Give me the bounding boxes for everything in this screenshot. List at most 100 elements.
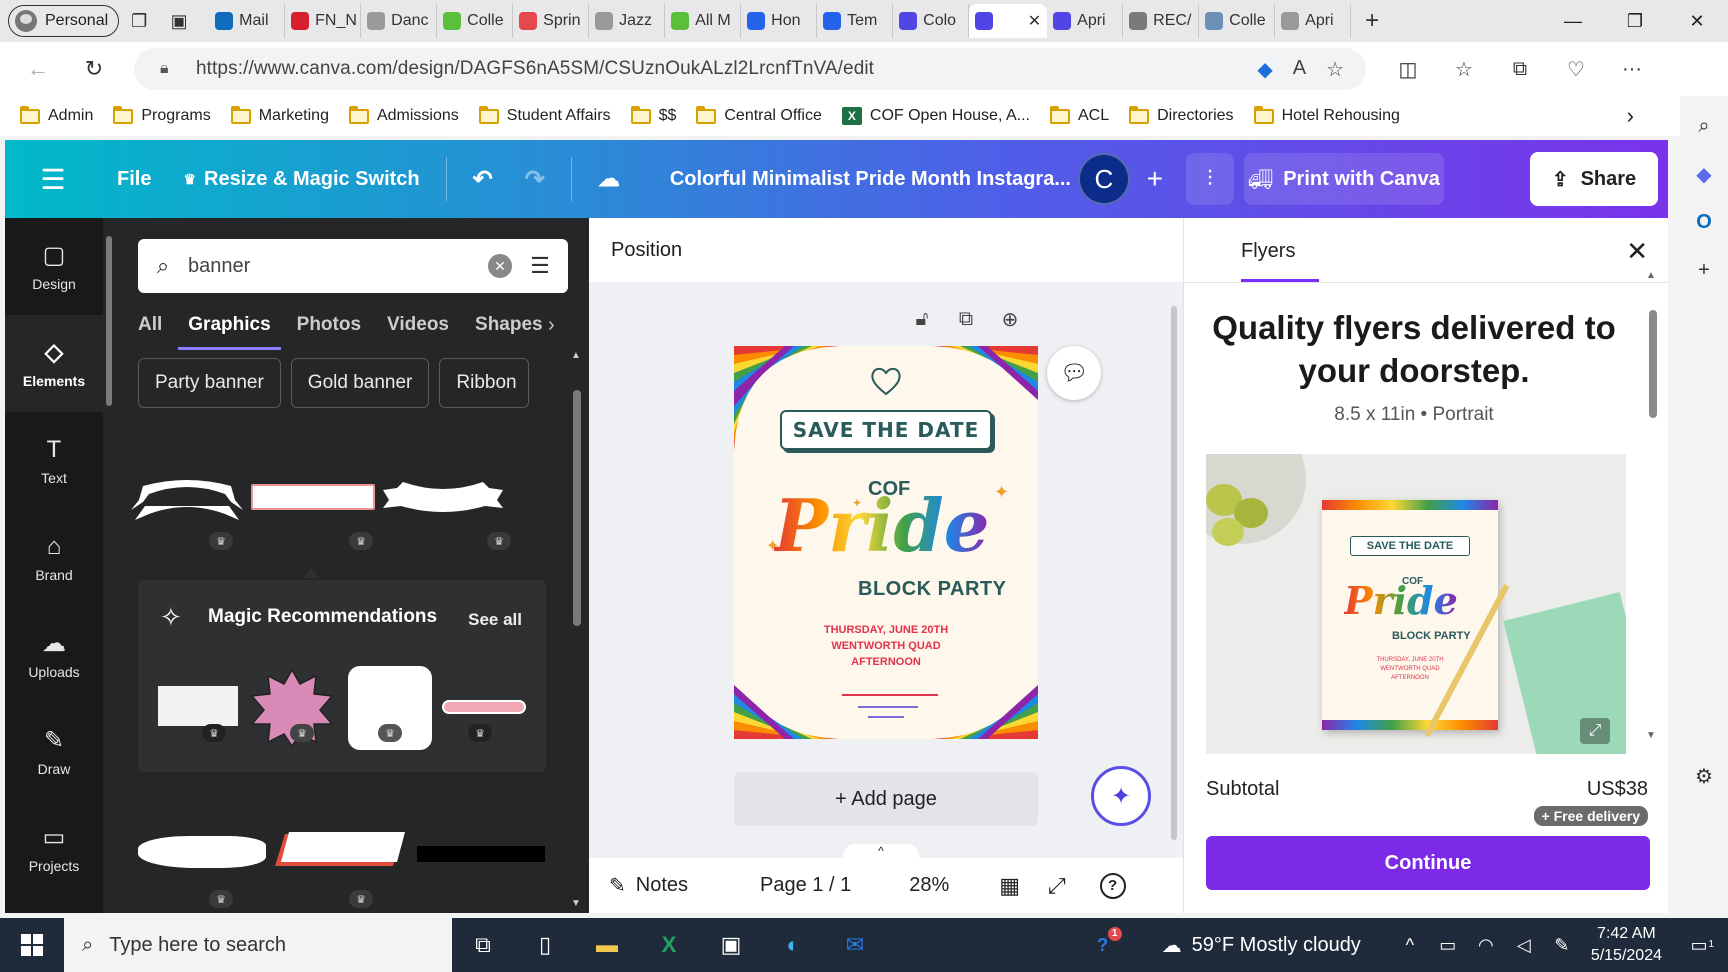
sidebar-add-icon[interactable]: + [1686,252,1722,288]
rail-item-brand[interactable]: ⌂ Brand [5,509,103,606]
share-button[interactable]: ⇪ Share [1530,152,1658,206]
suggestion-chip[interactable]: Ribbon [439,358,530,408]
bookmark-item[interactable]: Directories [1129,105,1234,125]
close-window-icon[interactable]: ✕ [1666,0,1728,42]
browser-tab[interactable]: Mail [209,4,286,38]
edge-icon[interactable]: ◐ [762,918,824,972]
pen-icon[interactable]: ✎ [1543,935,1581,956]
weather-widget[interactable]: ☁ 59°F Mostly cloudy [1162,933,1361,958]
sidebar-settings-icon[interactable]: ⚙ [1686,758,1722,794]
white-wavy-banner[interactable] [381,478,505,518]
suggestion-chip[interactable]: Party banner [138,358,281,408]
tab-shapes[interactable]: Shapes [475,314,543,336]
back-button[interactable]: ← [10,49,66,89]
collections-icon[interactable]: ⧉ [1492,58,1548,81]
app-icon[interactable]: ▣ [700,918,762,972]
duplicate-page-icon[interactable]: ⧉ [953,306,979,332]
notepad-icon[interactable]: ▯ [514,918,576,972]
white-rectangle-banner[interactable] [251,484,375,510]
zoom-level[interactable]: 28% [909,874,949,897]
see-all-link[interactable]: See all [468,610,522,630]
design-title[interactable]: Colorful Minimalist Pride Month Instagra… [670,168,1070,191]
rail-item-draw[interactable]: ✎ Draw [5,703,103,800]
browser-tab[interactable]: Jazz [589,4,666,38]
favorites-icon[interactable]: ☆ [1436,57,1492,82]
redo-icon[interactable]: ↷ [509,165,561,194]
new-tab-button[interactable]: + [1351,7,1393,35]
rail-item-text[interactable]: T Text [5,412,103,509]
url-text[interactable]: https://www.canva.com/design/DAGFS6nA5SM… [196,58,874,80]
sidebar-search-icon[interactable]: ⌕ [1686,108,1722,144]
bookmark-item[interactable]: Student Affairs [478,105,611,125]
browser-tab[interactable]: Danc [361,4,438,38]
browser-tab[interactable]: Apri [1047,4,1124,38]
outlook-new-icon[interactable]: ✉ [824,918,886,972]
invite-plus-icon[interactable]: + [1130,163,1180,195]
expand-preview-icon[interactable]: ⤢ [1580,718,1610,744]
bookmark-item[interactable]: Programs [113,105,211,125]
excel-icon[interactable]: X [638,918,700,972]
help-icon[interactable]: ? [1099,872,1126,899]
bookmark-item[interactable]: Admissions [348,105,459,125]
browser-tab[interactable]: Apri [1275,4,1352,38]
recommended-white-banner[interactable] [158,686,238,726]
add-page-icon[interactable]: ⊕ [997,306,1023,332]
tab-actions-icon[interactable]: ▣ [159,5,199,37]
magic-assistant-button[interactable]: ✦ [1091,766,1151,826]
insights-chart-icon[interactable]: ⫶ [1185,153,1234,205]
tab-videos[interactable]: Videos [387,314,449,336]
flyers-scrollbar[interactable] [1649,310,1657,418]
more-menu-icon[interactable]: ··· [1604,58,1660,81]
sidebar-copilot-icon[interactable]: ◆ [1686,156,1722,192]
filter-sliders-icon[interactable]: ☰ [512,253,568,279]
browser-tab[interactable]: REC/ [1123,4,1200,38]
scroll-down-icon[interactable]: ▼ [1646,730,1656,741]
show-hidden-icons-chevron-icon[interactable]: ^ [1391,935,1429,956]
browser-tab[interactable]: FN_N [285,4,362,38]
browser-tab[interactable]: ✕ [969,4,1048,38]
minimize-icon[interactable]: — [1542,0,1604,42]
address-bar[interactable]: 🔒︎ https://www.canva.com/design/DAGFS6nA… [134,48,1366,90]
taskbar-search[interactable]: ⌕ Type here to search [64,918,452,972]
read-aloud-icon[interactable]: A [1293,57,1306,82]
tab-photos[interactable]: Photos [297,314,361,336]
white-red-slanted-banner[interactable] [275,832,407,872]
browser-tab[interactable]: Sprin [513,4,590,38]
browser-tab[interactable]: Colo [893,4,970,38]
bookmark-item[interactable]: Admin [20,105,93,125]
file-explorer-icon[interactable]: ▬ [576,918,638,972]
search-input[interactable]: banner [188,255,250,278]
volume-icon[interactable]: ◁ [1505,935,1543,956]
clock[interactable]: 7:42 AM 5/15/2024 [1591,923,1662,967]
user-avatar[interactable]: C [1077,153,1130,205]
bookmark-item[interactable]: Marketing [230,105,329,125]
refresh-button[interactable]: ↻ [66,49,122,89]
black-bar-banner[interactable] [417,846,545,862]
tabs-next-icon[interactable]: › [548,314,555,337]
browser-tab[interactable]: Hon [741,4,818,38]
browser-tab[interactable]: Colle [437,4,514,38]
add-page-button[interactable]: + Add page [734,772,1038,826]
design-page[interactable]: SAVE THE DATE COF Pride ✦ ✦ ✦ BLOCK PART… [734,346,1038,739]
panel-scrollbar[interactable]: ▲ ▼ [569,350,583,910]
clear-search-icon[interactable]: ✕ [488,254,512,278]
rail-item-design[interactable]: ▢ Design [5,218,103,315]
sidebar-outlook-icon[interactable]: O [1686,204,1722,240]
browser-tab[interactable]: Tem [817,4,894,38]
wifi-icon[interactable]: ◠ [1467,935,1505,956]
bookmark-item[interactable]: $$ [630,105,676,125]
continue-button[interactable]: Continue [1206,836,1650,890]
favorite-star-icon[interactable]: ☆ [1326,57,1344,82]
rail-scrollbar[interactable] [103,228,113,908]
browser-tab[interactable]: Colle [1199,4,1276,38]
restore-icon[interactable]: ❐ [1604,0,1666,42]
notes-button[interactable]: ✎ Notes [609,873,688,898]
lock-page-icon[interactable]: 🔓︎ [909,306,935,332]
page-indicator[interactable]: Page 1 / 1 [760,874,851,897]
close-icon[interactable]: ✕ [1626,236,1648,267]
rail-item-uploads[interactable]: ☁ Uploads [5,606,103,703]
element-search-box[interactable]: ⌕ banner ✕ ☰ [138,239,568,293]
bookmark-item[interactable]: Central Office [696,105,822,125]
fullscreen-icon[interactable]: ⤢ [1048,873,1066,899]
rail-item-projects[interactable]: ▭ Projects [5,800,103,897]
